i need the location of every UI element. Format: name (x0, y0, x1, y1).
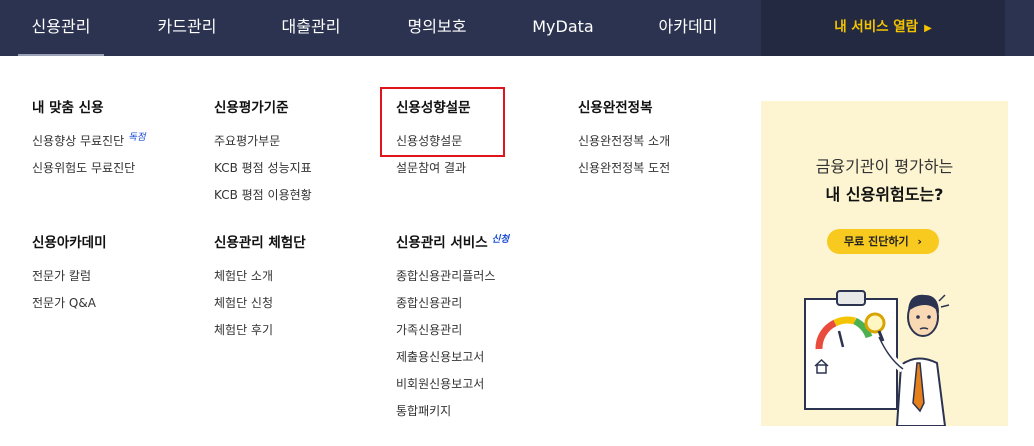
menu-link-mastery-challenge[interactable]: 신용완전정복 도전 (578, 159, 670, 186)
menu-link-kcb-usage[interactable]: KCB 평점 이용현황 (214, 186, 312, 213)
my-service-label: 내 서비스 열람 (834, 19, 919, 35)
free-diagnosis-button[interactable]: 무료 진단하기 › (827, 229, 939, 254)
free-diagnosis-label: 무료 진단하기 (844, 235, 909, 248)
my-service-button[interactable]: 내 서비스 열람 ▶ (761, 0, 1005, 56)
nav-tab-credit-management[interactable]: 신용관리 (18, 0, 104, 56)
nav-tab-card-management[interactable]: 카드관리 (144, 0, 230, 56)
nav-right-spacer (1005, 0, 1034, 56)
nav-tab-identity-protection[interactable]: 명의보호 (394, 0, 480, 56)
exclusive-tag: 독점 (128, 132, 146, 143)
menu-group-my-credit: 내 맞춤 신용 신용향상 무료진단 독점 신용위험도 무료진단 (32, 96, 146, 186)
promo-text-line1: 금융기관이 평가하는 (815, 157, 954, 176)
menu-link-expert-column[interactable]: 전문가 칼럼 (32, 267, 107, 294)
link-label: 신용향상 무료진단 (32, 134, 125, 148)
nav-tab-academy[interactable]: 아카데미 (645, 0, 731, 56)
promo-text-line2: 내 신용위험도는? (825, 185, 944, 204)
menu-link-experience-intro[interactable]: 체험단 소개 (214, 267, 306, 294)
highlight-box (380, 87, 505, 157)
menu-title-my-credit: 내 맞춤 신용 (32, 100, 104, 116)
menu-group-credit-criteria: 신용평가기준 주요평가부문 KCB 평점 성능지표 KCB 평점 이용현황 (214, 96, 312, 213)
menu-title-academy: 신용아카데미 (32, 235, 107, 251)
menu-link-credit-improve-diagnosis[interactable]: 신용향상 무료진단 독점 (32, 132, 146, 159)
menu-link-submission-report[interactable]: 제출용신용보고서 (396, 348, 509, 375)
menu-group-credit-mastery: 신용완전정복 신용완전정복 소개 신용완전정복 도전 (578, 96, 670, 186)
menu-link-mastery-intro[interactable]: 신용완전정복 소개 (578, 132, 670, 159)
menu-link-main-evaluation[interactable]: 주요평가부문 (214, 132, 312, 159)
menu-link-kcb-performance[interactable]: KCB 평점 성능지표 (214, 159, 312, 186)
menu-group-experience: 신용관리 체험단 체험단 소개 체험단 신청 체험단 후기 (214, 231, 306, 348)
menu-group-academy: 신용아카데미 전문가 칼럼 전문가 Q&A (32, 231, 107, 321)
menu-link-family-credit[interactable]: 가족신용관리 (396, 321, 509, 348)
menu-link-survey-results[interactable]: 설문참여 결과 (396, 159, 471, 186)
menu-title-credit-criteria: 신용평가기준 (214, 100, 289, 116)
menu-title-services: 신용관리 서비스 신청 (396, 231, 509, 255)
services-title-label: 신용관리 서비스 (396, 235, 488, 251)
menu-link-nonmember-report[interactable]: 비회원신용보고서 (396, 375, 509, 402)
menu-link-experience-review[interactable]: 체험단 후기 (214, 321, 306, 348)
menu-link-experience-apply[interactable]: 체험단 신청 (214, 294, 306, 321)
menu-link-comprehensive[interactable]: 종합신용관리 (396, 294, 509, 321)
man-with-magnifier-illustration (804, 290, 950, 426)
nav-tab-loan-management[interactable]: 대출관리 (268, 0, 354, 56)
menu-link-expert-qna[interactable]: 전문가 Q&A (32, 294, 107, 321)
menu-link-integrated-package[interactable]: 통합패키지 (396, 402, 509, 429)
menu-title-experience: 신용관리 체험단 (214, 235, 306, 251)
menu-group-services: 신용관리 서비스 신청 종합신용관리플러스 종합신용관리 가족신용관리 제출용신용… (396, 231, 509, 429)
apply-tag: 신청 (491, 234, 510, 245)
menu-link-comprehensive-plus[interactable]: 종합신용관리플러스 (396, 267, 509, 294)
menu-title-credit-mastery: 신용완전정복 (578, 100, 653, 116)
triangle-right-icon: ▶ (924, 23, 932, 34)
top-navigation: 신용관리 카드관리 대출관리 명의보호 MyData 아카데미 내 서비스 열람… (0, 0, 1034, 56)
nav-tab-mydata[interactable]: MyData (520, 0, 606, 56)
menu-link-credit-risk-diagnosis[interactable]: 신용위험도 무료진단 (32, 159, 146, 186)
promo-banner[interactable]: 금융기관이 평가하는 내 신용위험도는? 무료 진단하기 › (761, 101, 1008, 426)
chevron-right-icon: › (917, 235, 922, 248)
